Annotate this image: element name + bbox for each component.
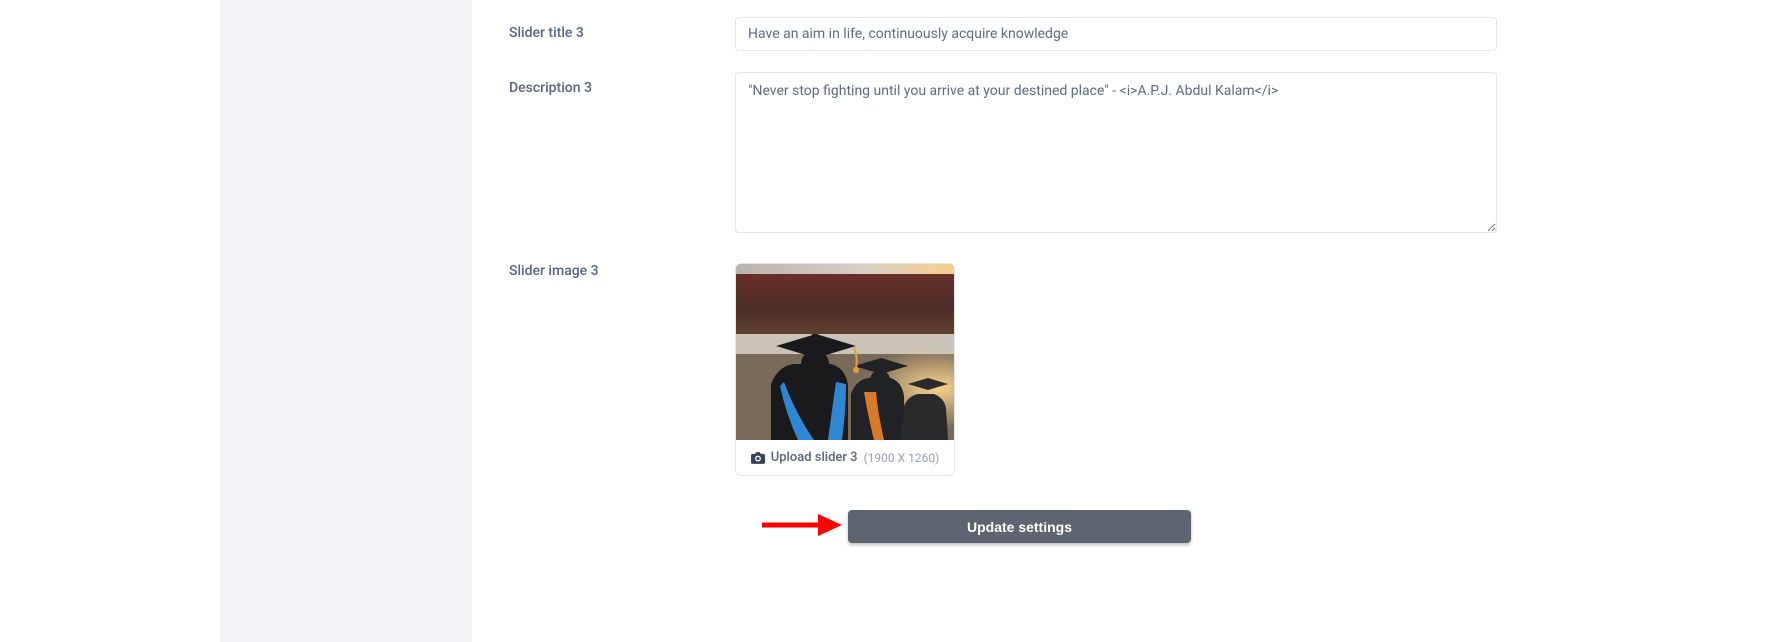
upload-slider-3-label: Upload slider 3	[771, 450, 858, 465]
upload-slider-3-hint: (1900 X 1260)	[864, 451, 940, 465]
camera-icon	[751, 452, 765, 464]
upload-slider-3-button[interactable]: Upload slider 3 (1900 X 1260)	[736, 440, 954, 475]
settings-card: Slider title 3 Description 3 Slider imag…	[472, 0, 1780, 642]
description-3-label: Description 3	[472, 80, 735, 96]
form-row-description-3: Description 3	[472, 80, 1780, 245]
slider-image-3-card: Upload slider 3 (1900 X 1260)	[735, 263, 955, 476]
slider-title-3-label: Slider title 3	[472, 25, 735, 41]
slider-title-3-input[interactable]	[735, 17, 1497, 51]
submit-row: Update settings	[848, 510, 1191, 543]
slider-image-3-preview	[736, 264, 954, 440]
description-3-textarea[interactable]	[735, 72, 1497, 233]
form-row-slider-image-3: Slider image 3	[472, 263, 1780, 476]
left-blank-area	[0, 0, 220, 642]
form-row-slider-title-3: Slider title 3	[472, 25, 1780, 59]
update-settings-button[interactable]: Update settings	[848, 510, 1191, 543]
slider-image-3-label: Slider image 3	[472, 263, 735, 279]
